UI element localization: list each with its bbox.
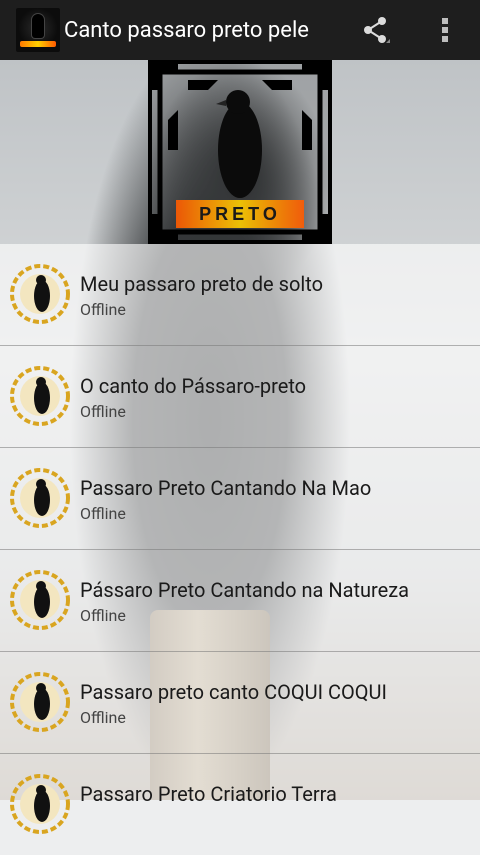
gold-bird-emblem-icon [10,774,70,834]
share-button[interactable] [350,0,400,60]
item-title: Pássaro Preto Cantando na Natureza [80,578,410,602]
item-status: Offline [80,708,126,727]
list-item[interactable]: Meu passaro preto de solto Offline [0,244,480,346]
overflow-menu-button[interactable] [420,0,470,60]
gold-bird-emblem-icon [10,468,70,528]
list-item[interactable]: O canto do Pássaro-preto Offline [0,346,480,448]
gold-bird-emblem-icon [10,672,70,732]
bird-silhouette-icon [32,14,44,38]
item-status: Offline [80,300,126,319]
item-title: Passaro Preto Cantando Na Mao [80,476,372,500]
item-title: O canto do Pássaro-preto [80,374,307,398]
item-title: Passaro preto canto COQUI COQUI [80,680,387,704]
gold-bird-emblem-icon [10,366,70,426]
list-item[interactable]: Passaro Preto Criatorio Terra [0,754,480,855]
list-item[interactable]: Pássaro Preto Cantando na Natureza Offli… [0,550,480,652]
tribal-frame-logo: PRETO [144,56,336,248]
item-status: Offline [80,504,126,523]
gold-bird-emblem-icon [10,264,70,324]
item-status: Offline [80,606,126,625]
audio-list: Meu passaro preto de solto Offline O can… [0,244,480,855]
share-icon [364,17,390,43]
header-logo: PRETO [144,56,336,248]
action-bar: Canto passaro preto pele [0,0,480,60]
gold-bird-emblem-icon [10,570,70,630]
item-status: Offline [80,402,126,421]
list-item[interactable]: Passaro Preto Cantando Na Mao Offline [0,448,480,550]
overflow-menu-icon [442,18,448,42]
app-title: Canto passaro preto pele [64,17,309,43]
app-icon[interactable] [16,8,60,52]
item-title: Passaro Preto Criatorio Terra [80,782,337,806]
list-item[interactable]: Passaro preto canto COQUI COQUI Offline [0,652,480,754]
item-title: Meu passaro preto de solto [80,272,323,296]
flame-icon [20,41,56,47]
logo-text: PRETO [199,204,281,224]
